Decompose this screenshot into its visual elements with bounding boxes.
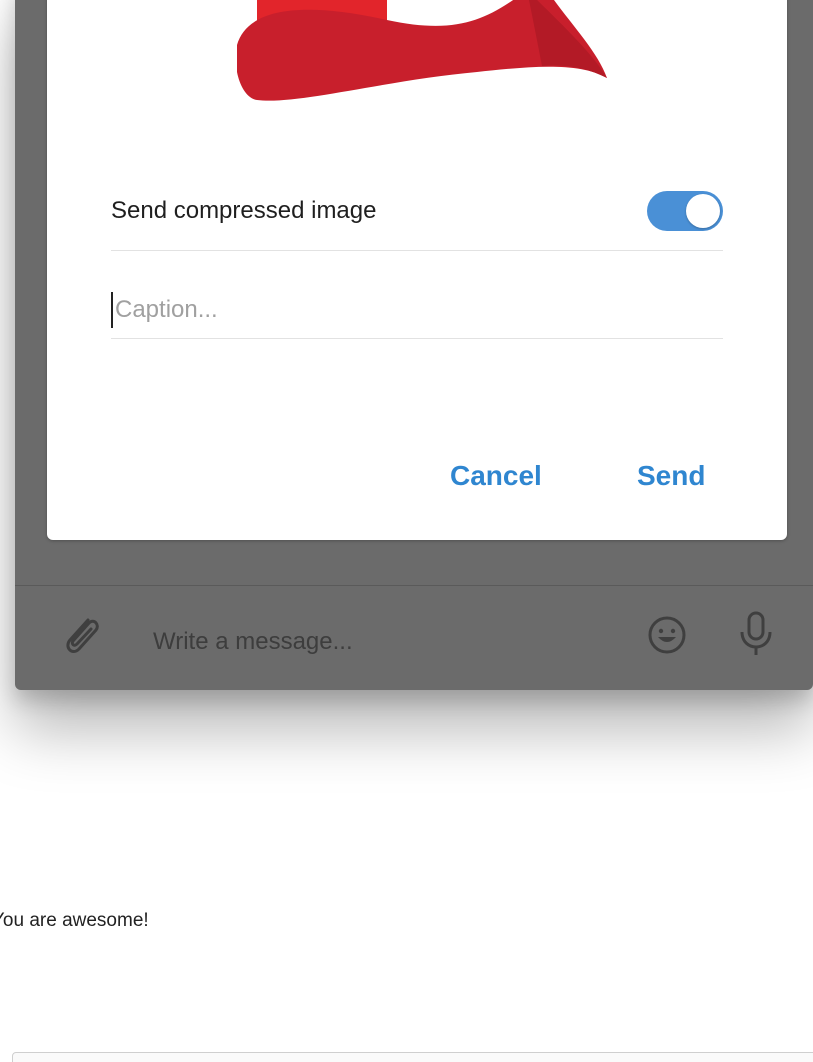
- compress-toggle[interactable]: [647, 191, 723, 231]
- emoji-icon[interactable]: [646, 614, 688, 661]
- paperclip-icon[interactable]: [58, 612, 106, 665]
- send-photo-dialog: Send compressed image Cancel Send: [47, 0, 787, 540]
- send-button[interactable]: Send: [637, 460, 705, 492]
- red-cap-image: [237, 0, 607, 101]
- background-message-text: You are awesome!: [0, 910, 149, 931]
- composer-divider: [15, 585, 813, 586]
- message-input[interactable]: Write a message...: [153, 628, 353, 656]
- page: Send compressed image Cancel Send Write …: [0, 0, 813, 1062]
- compress-label: Send compressed image: [111, 197, 377, 224]
- cancel-button[interactable]: Cancel: [450, 460, 542, 492]
- background-input-box[interactable]: [12, 1052, 813, 1062]
- compress-toggle-row: Send compressed image: [111, 190, 723, 251]
- toggle-knob: [686, 194, 720, 228]
- image-preview: [237, 0, 617, 110]
- caption-input[interactable]: [111, 292, 715, 328]
- caption-row: [111, 288, 723, 339]
- microphone-icon[interactable]: [736, 610, 776, 663]
